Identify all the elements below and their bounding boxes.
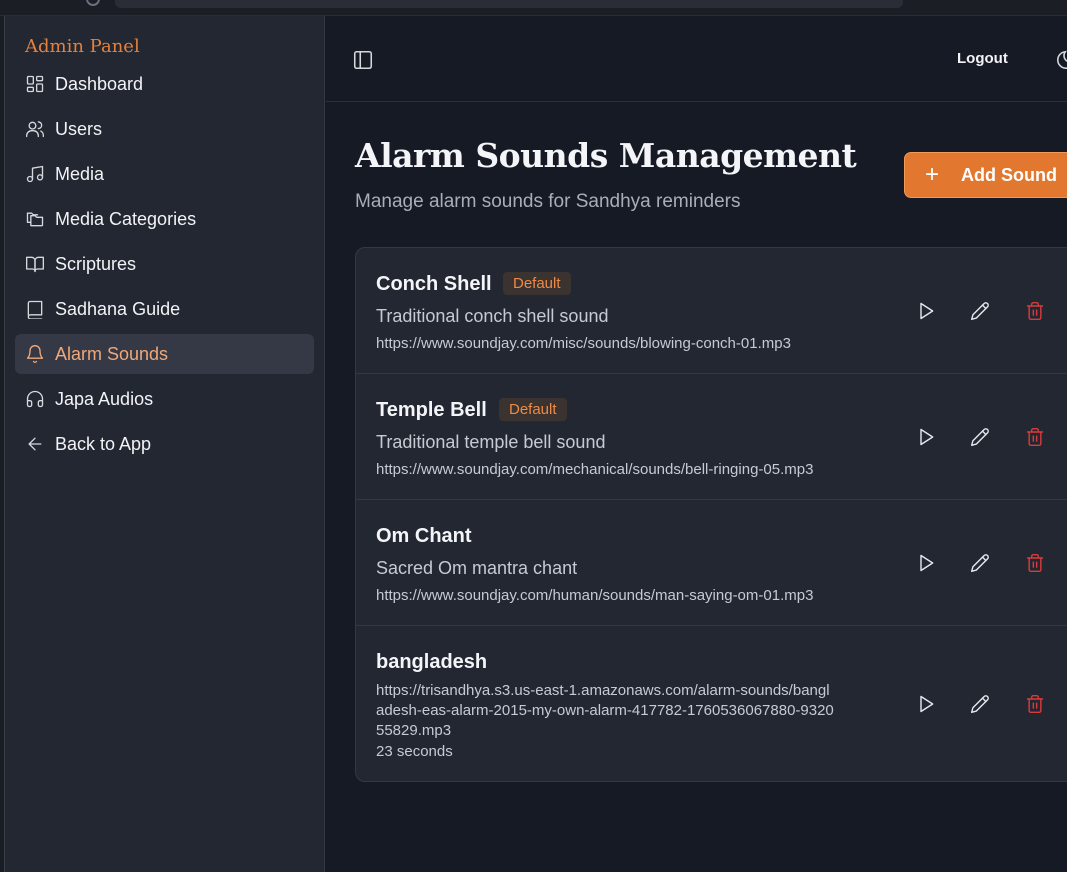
default-badge: Default — [503, 272, 571, 295]
top-bar: Logout — [326, 16, 1067, 102]
arrow-left-icon — [25, 434, 45, 454]
sound-duration: 23 seconds — [376, 743, 453, 760]
book-icon — [25, 299, 45, 319]
sidebar-item-scriptures[interactable]: Scriptures — [15, 244, 314, 284]
alarm-sounds-list: Conch Shell Default Traditional conch sh… — [355, 247, 1067, 782]
plus-icon: + — [925, 161, 940, 188]
browser-toolbar — [0, 0, 1067, 16]
sidebar-item-japa-audios[interactable]: Japa Audios — [15, 379, 314, 419]
edit-button[interactable] — [968, 551, 992, 575]
sidebar: Admin Panel Dashboard Users Media Media … — [5, 16, 325, 872]
users-icon — [25, 119, 45, 139]
trash-icon — [1026, 301, 1044, 321]
sidebar-item-label: Users — [55, 118, 103, 139]
add-sound-label: Add Sound — [961, 164, 1057, 185]
page-title: Alarm Sounds Management — [355, 136, 857, 175]
sidebar-item-label: Alarm Sounds — [55, 343, 169, 364]
panel-left-icon — [353, 50, 373, 70]
sound-name: bangladesh — [376, 651, 488, 673]
delete-button[interactable] — [1023, 425, 1047, 449]
sidebar-toggle-button[interactable] — [352, 49, 374, 71]
delete-button[interactable] — [1023, 299, 1047, 323]
sidebar-item-label: Scriptures — [55, 253, 137, 274]
edit-button[interactable] — [968, 299, 992, 323]
add-sound-button[interactable]: + Add Sound — [904, 152, 1067, 198]
trash-icon — [1026, 694, 1044, 714]
address-bar[interactable] — [115, 0, 903, 8]
play-button[interactable] — [914, 299, 938, 323]
play-button[interactable] — [914, 551, 938, 575]
pencil-icon — [970, 302, 989, 321]
sound-name: Om Chant — [376, 525, 472, 547]
book-open-icon — [25, 254, 45, 274]
pencil-icon — [970, 554, 989, 573]
sidebar-item-label: Media — [55, 163, 105, 184]
sidebar-nav: Dashboard Users Media Media Categories S… — [15, 64, 314, 469]
sound-name: Temple Bell — [376, 399, 487, 421]
play-button[interactable] — [914, 692, 938, 716]
trash-icon — [1026, 427, 1044, 447]
bell-icon — [25, 344, 45, 364]
sound-description: Traditional temple bell sound — [376, 432, 606, 452]
default-badge: Default — [499, 398, 567, 421]
sound-name: Conch Shell — [376, 273, 492, 295]
sidebar-item-label: Media Categories — [55, 208, 197, 229]
page-subtitle: Manage alarm sounds for Sandhya reminder… — [355, 191, 741, 212]
headphones-icon — [25, 389, 45, 409]
list-item: Om Chant Sacred Om mantra chant https://… — [356, 500, 1067, 626]
play-icon — [920, 302, 934, 320]
play-icon — [920, 554, 934, 572]
dashboard-icon — [25, 74, 45, 94]
brand-title: Admin Panel — [25, 36, 140, 57]
sidebar-item-back-to-app[interactable]: Back to App — [15, 424, 314, 464]
sidebar-item-label: Back to App — [55, 433, 152, 454]
music-icon — [25, 164, 45, 184]
edit-button[interactable] — [968, 692, 992, 716]
sidebar-item-label: Dashboard — [55, 73, 144, 94]
folders-icon — [25, 209, 45, 229]
sidebar-item-dashboard[interactable]: Dashboard — [15, 64, 314, 104]
sidebar-item-label: Japa Audios — [55, 388, 154, 409]
play-button[interactable] — [914, 425, 938, 449]
sound-description: Sacred Om mantra chant — [376, 558, 578, 578]
theme-toggle-button[interactable] — [1055, 49, 1067, 71]
list-item: bangladesh https://trisandhya.s3.us-east… — [356, 626, 1067, 781]
sidebar-item-media[interactable]: Media — [15, 154, 314, 194]
sound-url: https://www.soundjay.com/human/sounds/ma… — [376, 587, 814, 604]
sidebar-item-alarm-sounds[interactable]: Alarm Sounds — [15, 334, 314, 374]
play-icon — [920, 695, 934, 713]
sound-url: https://trisandhya.s3.us-east-1.amazonaw… — [376, 682, 834, 739]
trash-icon — [1026, 553, 1044, 573]
pencil-icon — [970, 695, 989, 714]
play-icon — [920, 428, 934, 446]
moon-icon — [1057, 50, 1067, 69]
sound-url: https://www.soundjay.com/misc/sounds/blo… — [376, 335, 791, 352]
sound-description: Traditional conch shell sound — [376, 306, 609, 326]
logout-button[interactable]: Logout — [957, 50, 1008, 67]
sidebar-item-sadhana-guide[interactable]: Sadhana Guide — [15, 289, 314, 329]
list-item: Conch Shell Default Traditional conch sh… — [356, 248, 1067, 374]
delete-button[interactable] — [1023, 692, 1047, 716]
reload-icon[interactable] — [86, 0, 100, 6]
sound-url: https://www.soundjay.com/mechanical/soun… — [376, 461, 814, 478]
sidebar-item-media-categories[interactable]: Media Categories — [15, 199, 314, 239]
delete-button[interactable] — [1023, 551, 1047, 575]
edit-button[interactable] — [968, 425, 992, 449]
sidebar-item-users[interactable]: Users — [15, 109, 314, 149]
list-item: Temple Bell Default Traditional temple b… — [356, 374, 1067, 500]
sidebar-item-label: Sadhana Guide — [55, 298, 181, 319]
pencil-icon — [970, 428, 989, 447]
